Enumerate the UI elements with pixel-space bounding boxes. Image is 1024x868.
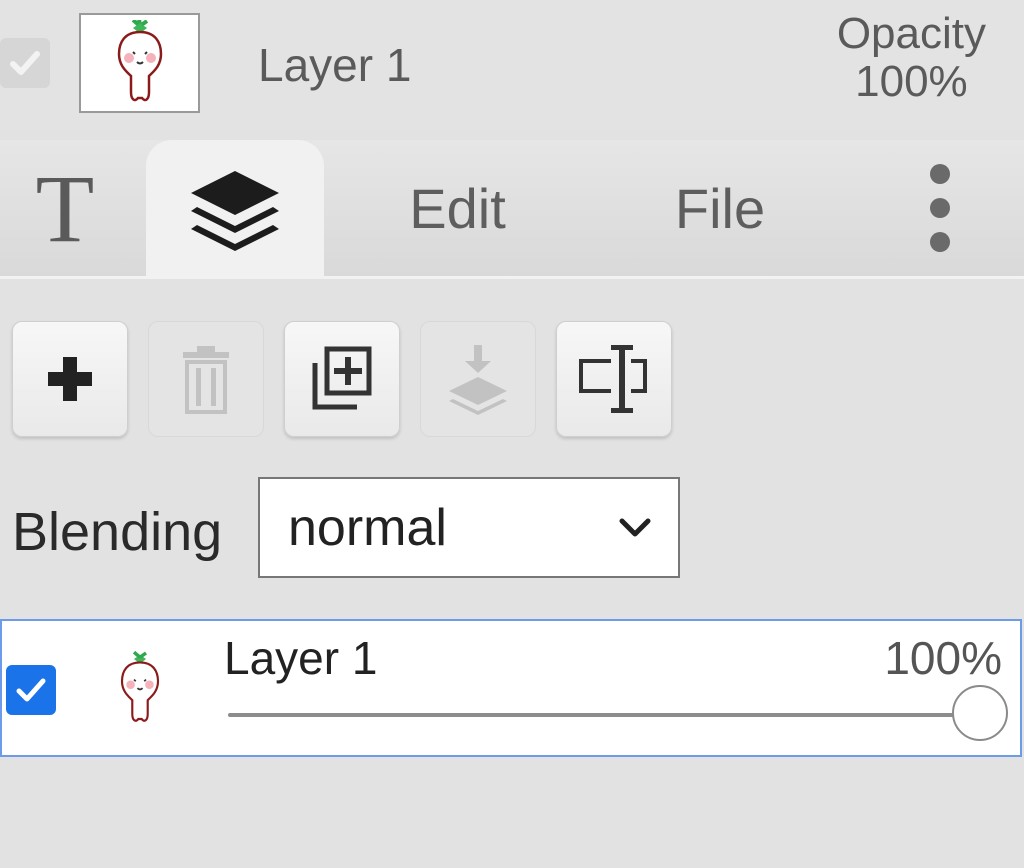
- blending-label: Blending: [12, 502, 223, 562]
- duplicate-layer-button[interactable]: [284, 321, 400, 437]
- layer-opacity-slider-handle[interactable]: [952, 685, 1008, 741]
- layer-name: Layer 1: [224, 632, 378, 684]
- vertical-ellipsis-icon: [930, 164, 950, 184]
- current-layer-header: Layer 1 Opacity 100%: [0, 0, 1024, 130]
- layer-thumbnail: [100, 639, 180, 739]
- text-tool-icon: T: [35, 154, 95, 262]
- tab-bar: T Edit File: [0, 140, 1024, 279]
- delete-layer-button[interactable]: [148, 321, 264, 437]
- layers-icon: [191, 170, 279, 251]
- trash-icon: [183, 346, 229, 414]
- tab-file[interactable]: File: [645, 140, 795, 276]
- current-layer-thumbnail[interactable]: [79, 13, 200, 113]
- layer-visibility-checkbox[interactable]: [6, 665, 56, 715]
- ellipsis-dot: [930, 232, 950, 252]
- opacity-label: Opacity: [836, 9, 986, 58]
- more-menu-button[interactable]: [900, 140, 980, 276]
- rename-icon: [579, 345, 647, 413]
- layers-panel: Blending normal Layer 1 100%: [0, 279, 1024, 868]
- current-layer-name: Layer 1: [258, 39, 412, 91]
- duplicate-icon: [312, 346, 372, 410]
- layer-list-item[interactable]: Layer 1 100%: [0, 619, 1022, 757]
- blending-mode-select[interactable]: normal: [258, 477, 680, 578]
- opacity-readout: Opacity 100%: [837, 10, 986, 106]
- ellipsis-dot: [930, 198, 950, 218]
- opacity-value: 100%: [855, 57, 968, 106]
- add-icon: [48, 357, 92, 401]
- check-icon: [10, 51, 40, 75]
- check-icon: [16, 678, 46, 702]
- current-layer-visibility-checkbox[interactable]: [0, 38, 50, 88]
- chevron-down-icon: [619, 518, 651, 536]
- merge-down-button[interactable]: [420, 321, 536, 437]
- tab-text[interactable]: T: [0, 140, 130, 276]
- strawberry-character-image: [117, 20, 162, 102]
- tab-edit[interactable]: Edit: [380, 140, 535, 276]
- blending-mode-value: normal: [288, 498, 447, 557]
- strawberry-character-image: [120, 650, 160, 722]
- layer-opacity-value: 100%: [884, 632, 1002, 684]
- rename-layer-button[interactable]: [556, 321, 672, 437]
- add-layer-button[interactable]: [12, 321, 128, 437]
- tab-layers[interactable]: [146, 140, 324, 279]
- merge-down-icon: [449, 345, 507, 415]
- layer-opacity-slider[interactable]: [228, 713, 980, 717]
